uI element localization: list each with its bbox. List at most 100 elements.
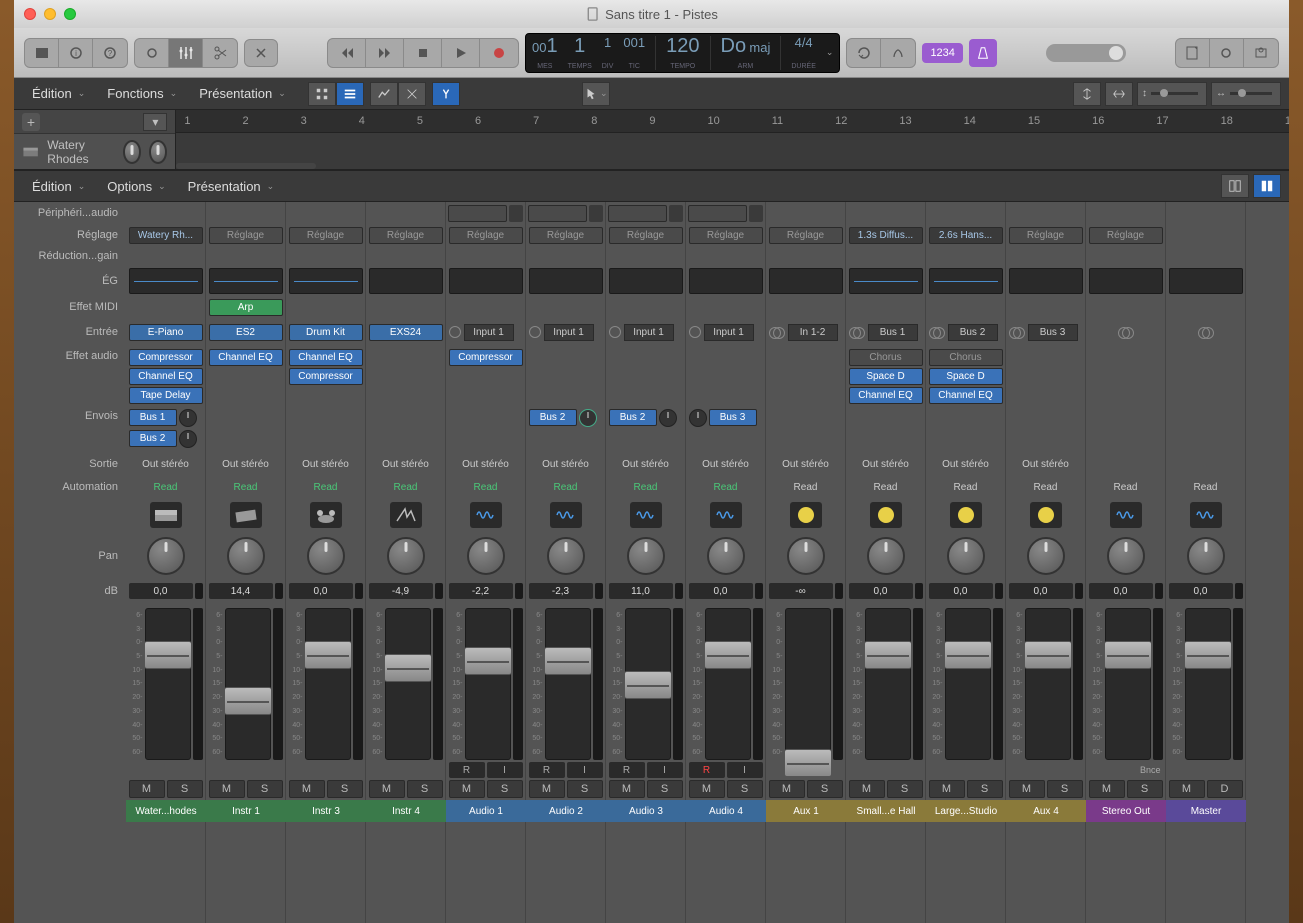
db-value[interactable]: 0,0 [849, 583, 913, 599]
channel-icon[interactable] [470, 502, 502, 528]
channel-icon[interactable] [950, 502, 982, 528]
input-format-icon[interactable] [1118, 327, 1134, 337]
audio-fx-slot[interactable]: Channel EQ [289, 349, 363, 366]
setting-slot[interactable]: Réglage [1009, 227, 1083, 244]
input-format-icon[interactable] [1198, 327, 1214, 337]
automation-mode[interactable]: Read [369, 479, 443, 496]
mute-button[interactable]: M [449, 780, 485, 798]
pan-knob[interactable] [467, 537, 505, 575]
list-view-button[interactable] [336, 82, 364, 106]
output-slot[interactable]: Out stéréo [769, 456, 843, 473]
setting-slot[interactable]: Réglage [369, 227, 443, 244]
input-slot[interactable]: EXS24 [369, 324, 443, 341]
pan-knob[interactable] [867, 537, 905, 575]
channel-icon[interactable] [870, 502, 902, 528]
input-slot[interactable]: Bus 2 [948, 324, 998, 341]
eq-thumbnail[interactable] [529, 268, 603, 294]
solo-button[interactable]: S [407, 780, 443, 798]
automation-mode[interactable]: Read [289, 479, 363, 496]
solo-button[interactable]: S [487, 780, 523, 798]
channel-name[interactable]: Aux 4 [1006, 800, 1086, 822]
setting-slot[interactable]: Réglage [289, 227, 363, 244]
audio-fx-slot[interactable]: Space D [929, 368, 1003, 385]
mixer-narrow-button[interactable] [1221, 174, 1249, 198]
audio-fx-slot[interactable]: Channel EQ [929, 387, 1003, 404]
mixer-presentation-menu[interactable]: Présentation⌄ [178, 175, 285, 198]
input-slot[interactable]: E-Piano [129, 324, 203, 341]
master-volume-slider[interactable] [1046, 44, 1126, 62]
add-track-button[interactable]: + [22, 113, 40, 131]
pan-knob[interactable] [707, 537, 745, 575]
send-slot[interactable]: Bus 2 [609, 409, 657, 426]
record-enable[interactable]: R [449, 762, 485, 778]
record-enable[interactable]: R [689, 762, 725, 778]
mute-button[interactable]: M [1089, 780, 1125, 798]
audio-fx-slot[interactable]: Tape Delay [129, 387, 203, 404]
automation-mode[interactable]: Read [449, 479, 523, 496]
minimize-button[interactable] [44, 8, 56, 20]
channel-name[interactable]: Instr 3 [286, 800, 366, 822]
db-value[interactable]: 0,0 [929, 583, 993, 599]
setting-slot[interactable]: Réglage [1089, 227, 1163, 244]
db-value[interactable]: -∞ [769, 583, 833, 599]
scissors-button[interactable] [203, 39, 237, 67]
periph-slot[interactable] [448, 205, 507, 222]
pan-knob[interactable] [1107, 537, 1145, 575]
fader-track[interactable] [145, 608, 191, 760]
setting-slot[interactable]: Réglage [689, 227, 763, 244]
fader-handle[interactable] [864, 641, 912, 669]
audio-fx-slot[interactable]: Compressor [289, 368, 363, 385]
audio-fx-slot[interactable]: Compressor [449, 349, 523, 366]
periph-slot[interactable] [528, 205, 587, 222]
audio-fx-slot[interactable]: Compressor [129, 349, 203, 366]
count-in-badge[interactable]: 1234 [922, 43, 962, 63]
eq-thumbnail[interactable] [129, 268, 203, 294]
inspector-button[interactable]: i [59, 39, 93, 67]
split-button[interactable] [244, 39, 278, 67]
fader-track[interactable] [1105, 608, 1151, 760]
mute-button[interactable]: M [609, 780, 645, 798]
input-monitor[interactable]: I [567, 762, 603, 778]
vzoom-slider[interactable]: ↕ [1137, 82, 1207, 106]
db-value[interactable]: -2,2 [449, 583, 513, 599]
mute-button[interactable]: M [1169, 780, 1205, 798]
setting-slot[interactable]: Réglage [449, 227, 523, 244]
output-slot[interactable]: Out stéréo [609, 456, 683, 473]
automation-mode[interactable]: Read [1009, 479, 1083, 496]
output-slot[interactable]: Out stéréo [929, 456, 1003, 473]
track-menu-button[interactable]: ▾ [143, 113, 167, 131]
pan-knob[interactable] [387, 537, 425, 575]
eq-thumbnail[interactable] [1169, 268, 1243, 294]
fader-track[interactable] [385, 608, 431, 760]
channel-name[interactable]: Large...Studio [926, 800, 1006, 822]
eq-thumbnail[interactable] [1009, 268, 1083, 294]
stop-button[interactable] [404, 39, 442, 67]
solo-button[interactable]: S [647, 780, 683, 798]
channel-icon[interactable] [390, 502, 422, 528]
fader-track[interactable] [1025, 608, 1071, 760]
output-slot[interactable]: Out stéréo [289, 456, 363, 473]
input-slot[interactable]: Input 1 [464, 324, 514, 341]
mute-button[interactable]: M [529, 780, 565, 798]
eq-thumbnail[interactable] [289, 268, 363, 294]
pointer-tool-button[interactable]: ⌄ [582, 82, 610, 106]
notepad-button[interactable] [1176, 39, 1210, 67]
channel-name[interactable]: Instr 1 [206, 800, 286, 822]
solo-button[interactable]: S [1047, 780, 1083, 798]
track-volume-knob[interactable] [123, 140, 141, 164]
fader-track[interactable] [465, 608, 511, 760]
audio-fx-slot[interactable]: Channel EQ [849, 387, 923, 404]
mute-button[interactable]: M [1009, 780, 1045, 798]
solo-button[interactable]: S [807, 780, 843, 798]
metronome-button[interactable] [969, 39, 997, 67]
loop-browser-button[interactable] [1210, 39, 1244, 67]
channel-name[interactable]: Small...e Hall [846, 800, 926, 822]
output-slot[interactable]: Out stéréo [449, 456, 523, 473]
channel-name[interactable]: Master [1166, 800, 1246, 822]
automation-mode[interactable]: Read [849, 479, 923, 496]
db-value[interactable]: -2,3 [529, 583, 593, 599]
input-format-icon[interactable] [529, 326, 541, 338]
output-slot[interactable]: Out stéréo [209, 456, 283, 473]
input-slot[interactable]: Bus 1 [868, 324, 918, 341]
mixer-wide-button[interactable] [1253, 174, 1281, 198]
